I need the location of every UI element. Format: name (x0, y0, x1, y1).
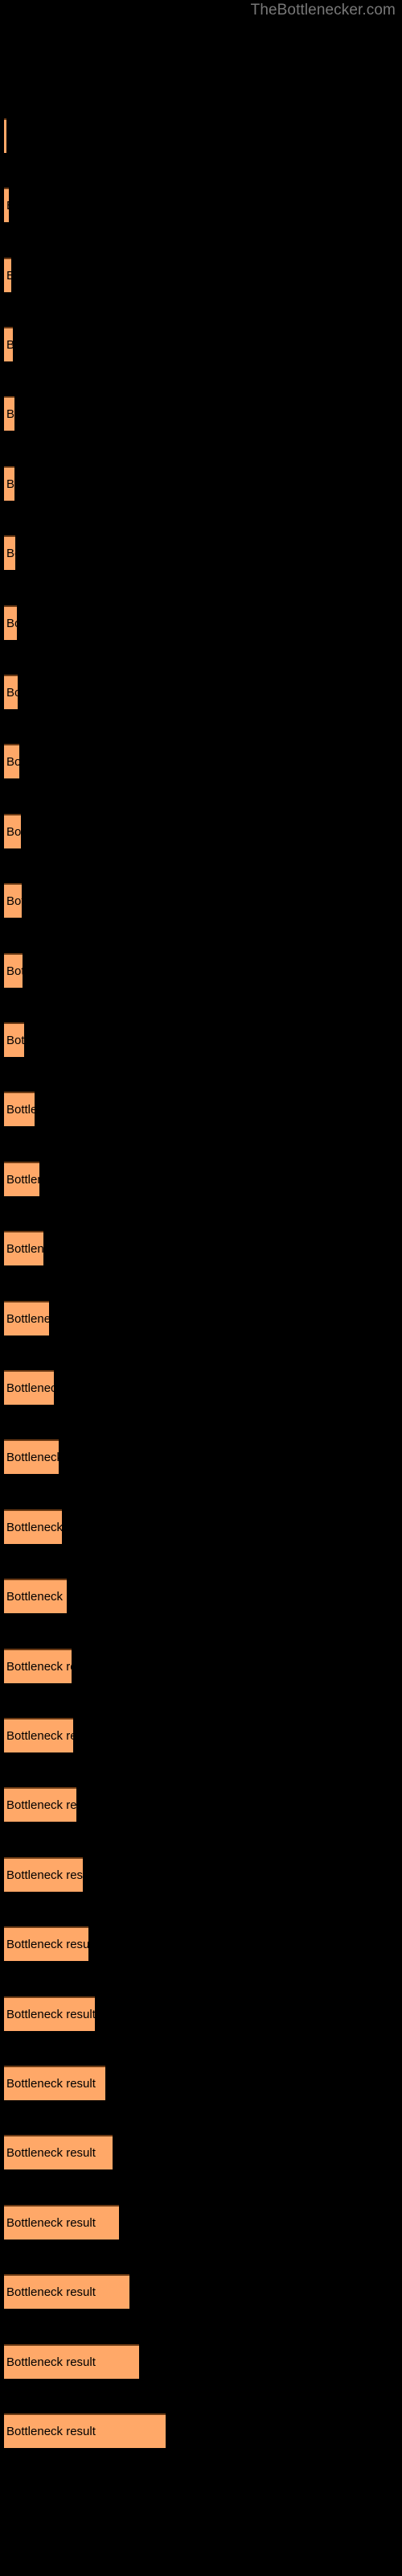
bar-10: Bottleneck result (4, 744, 19, 778)
bar-label: Bottleneck result (6, 2424, 96, 2438)
bar-16: Bottleneck result (4, 1162, 39, 1196)
bar-8: Bottleneck result (4, 605, 17, 640)
bar-label: Bottleneck result (6, 269, 11, 283)
bar-label: Bottleneck result (6, 1172, 39, 1187)
bar-label: Bottleneck result (6, 685, 18, 700)
bar-15: Bottleneck result (4, 1092, 35, 1126)
bar-label: Bottleneck result (6, 2007, 95, 2021)
bar-label: Bottleneck result (6, 1659, 72, 1674)
bar-30: Bottleneck result (4, 2135, 113, 2169)
bar-29: Bottleneck result (4, 2066, 105, 2100)
bar-label: Bottleneck result (6, 2285, 96, 2299)
bar-label: Bottleneck result (6, 2145, 96, 2160)
bar-17: Bottleneck result (4, 1231, 43, 1265)
bar-label: Bottleneck result (6, 1381, 54, 1395)
bar-33: Bottleneck result (4, 2344, 139, 2379)
bar-label: Bottleneck result (6, 1241, 43, 1256)
bar-label: Bottleneck result (6, 1728, 73, 1743)
bar-4: Bottleneck result (4, 327, 13, 361)
bar-25: Bottleneck result (4, 1787, 76, 1822)
bar-14: Bottleneck result (4, 1022, 24, 1057)
bar-label: Bottleneck result (6, 894, 22, 908)
bar-28: Bottleneck result (4, 1996, 95, 2031)
bar-label: Bottleneck result (6, 2076, 96, 2091)
bar-5: Bottleneck result (4, 396, 14, 431)
bar-6: Bottleneck result (4, 466, 14, 501)
bar-20: Bottleneck result (4, 1439, 59, 1474)
bar-label: Bottleneck result (6, 407, 14, 421)
bar-22: Bottleneck result (4, 1579, 67, 1613)
bar-18: Bottleneck result (4, 1301, 49, 1335)
bar-9: Bottleneck result (4, 675, 18, 709)
bar-chart-plot-area: Bottleneck result Bottleneck result Bottle… (0, 0, 402, 2576)
bar-13: Bottleneck result (4, 953, 23, 988)
bar-label: Bottleneck result (6, 964, 23, 978)
bar-32: Bottleneck result (4, 2274, 129, 2309)
bar-19: Bottleneck result (4, 1370, 54, 1405)
bar-label: Bottleneck result (6, 754, 19, 769)
bar-label: Bottleneck result (6, 199, 9, 213)
bar-27: Bottleneck result (4, 1926, 88, 1961)
bar-7: Bottleneck result (4, 535, 15, 570)
bar-34: Bottleneck result (4, 2413, 166, 2448)
bar-label: Bottleneck result (6, 1102, 35, 1117)
bar-label: Bottleneck result (6, 2355, 96, 2369)
bar-label: Bottleneck result (6, 338, 13, 352)
bar-1: Bottleneck result (4, 118, 6, 153)
bar-label: Bottleneck result (6, 477, 14, 491)
bar-26: Bottleneck result (4, 1857, 83, 1892)
bar-3: Bottleneck result (4, 258, 11, 292)
bar-label: Bottleneck result (6, 1311, 49, 1326)
bar-label: Bottleneck result (6, 1033, 24, 1047)
bar-23: Bottleneck result (4, 1649, 72, 1683)
bar-21: Bottleneck result (4, 1509, 62, 1544)
bar-label: Bottleneck result (6, 824, 21, 839)
bar-31: Bottleneck result (4, 2205, 119, 2240)
bar-label: Bottleneck result (6, 1589, 67, 1604)
bar-label: Bottleneck result (6, 1937, 88, 1951)
bar-2: Bottleneck result (4, 188, 9, 222)
bar-label: Bottleneck result (6, 2215, 96, 2230)
bar-label: Bottleneck result (6, 1798, 76, 1812)
bar-label: Bottleneck result (6, 1520, 62, 1534)
bar-12: Bottleneck result (4, 883, 22, 918)
bar-label: Bottleneck result (6, 1450, 59, 1464)
bar-24: Bottleneck result (4, 1718, 73, 1752)
bar-label: Bottleneck result (6, 1868, 83, 1882)
bar-label: Bottleneck result (6, 616, 17, 630)
bar-11: Bottleneck result (4, 814, 21, 848)
bar-label: Bottleneck result (6, 546, 15, 560)
